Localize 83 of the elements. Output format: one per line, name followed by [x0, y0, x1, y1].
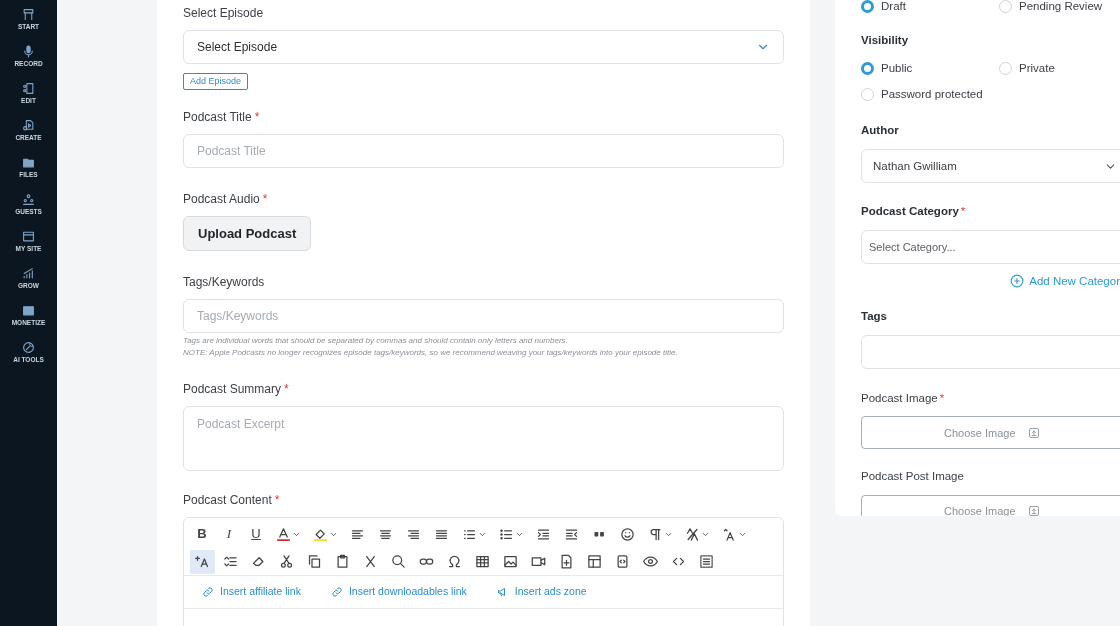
field-label: Podcast Audio	[183, 191, 260, 207]
radio-option[interactable]: Draft	[861, 0, 999, 16]
format-button[interactable]: U	[244, 522, 268, 546]
add-format-icon	[195, 554, 210, 569]
search-icon	[391, 554, 406, 569]
people-icon	[22, 193, 35, 206]
font-case-icon	[721, 526, 737, 542]
radio-option[interactable]: Password protected	[861, 85, 999, 103]
link-icon	[202, 586, 214, 598]
help-text: NOTE: Apple Podcasts no longer recognizes episode tags/keywords, so we recommend weaving your tags/keywords into your episode title.	[183, 347, 679, 359]
scissors-icon	[279, 554, 294, 569]
summary-textarea[interactable]: Podcast Excerpt	[183, 406, 784, 471]
strike-x-icon	[363, 554, 378, 569]
video-icon	[531, 554, 546, 569]
bullet-list-icon	[498, 526, 514, 542]
field-label: Podcast Image	[861, 391, 938, 406]
upload-button[interactable]: Upload Podcast	[183, 216, 312, 251]
required-asterisk: *	[254, 109, 260, 125]
radio-button[interactable]	[861, 0, 874, 14]
file-plus-icon	[559, 554, 574, 569]
text-color-icon	[275, 526, 291, 542]
upload-icon	[1027, 505, 1040, 516]
field-label: Podcast Content	[183, 492, 272, 508]
title-input[interactable]: Podcast Title	[183, 134, 784, 168]
required-asterisk: *	[960, 204, 966, 220]
tags-input[interactable]	[861, 335, 1120, 369]
required-asterisk: *	[939, 391, 945, 406]
required-asterisk: *	[284, 381, 289, 397]
link-icon	[330, 586, 343, 598]
indent-icon	[536, 526, 551, 542]
select-all-icon	[699, 554, 714, 569]
paste-icon	[335, 554, 350, 569]
insert-link[interactable]: Insert downloadables link	[330, 584, 467, 600]
radio-option[interactable]: Pending Review	[999, 0, 1120, 16]
help-text: Tags are individual words that should be separated by commas and should contain only letters and numbers.	[183, 335, 569, 347]
format-button[interactable]: B	[190, 522, 214, 546]
play-document-icon	[22, 119, 35, 132]
browser-window-icon	[22, 230, 35, 243]
sparkle-wand-icon	[22, 341, 35, 354]
episode-select[interactable]: Select Episode	[183, 30, 784, 64]
author-select[interactable]: Nathan Gwilliam	[861, 149, 1120, 184]
required-asterisk: *	[274, 492, 280, 508]
copy-icon	[307, 554, 322, 569]
field-label: Author	[861, 123, 899, 138]
eraser-icon	[251, 554, 266, 569]
flag-icon	[22, 8, 35, 21]
section-label: Visibility	[861, 33, 909, 49]
radio-button[interactable]	[861, 61, 874, 75]
microphone-icon	[22, 45, 35, 58]
film-scissors-icon	[22, 82, 35, 95]
wallet-icon	[22, 304, 35, 317]
tags-input[interactable]: Tags/Keywords	[183, 299, 784, 333]
field-label: Tags	[861, 308, 887, 324]
omega-icon	[447, 554, 462, 569]
field-label: Podcast Post Image	[861, 469, 964, 485]
field-label: Select Episode	[183, 5, 264, 21]
bar-chart-icon	[22, 267, 35, 280]
outdent-icon	[564, 526, 579, 542]
toolbar-button[interactable]	[190, 549, 215, 574]
line-height-icon	[223, 554, 238, 569]
image-icon	[503, 554, 518, 569]
code-file-icon	[615, 554, 630, 569]
required-asterisk: *	[262, 191, 268, 207]
eye-icon	[643, 554, 658, 569]
insert-link[interactable]: Insert affiliate link	[202, 584, 301, 600]
folder-icon	[22, 156, 35, 169]
field-label: Podcast Summary	[183, 381, 282, 397]
highlight-icon	[312, 526, 328, 542]
upload-icon	[1027, 426, 1040, 439]
format-button[interactable]: I	[217, 522, 241, 546]
smiley-icon	[620, 526, 635, 542]
text-size-icon	[684, 526, 700, 542]
insert-link[interactable]: Insert ads zone	[496, 584, 587, 600]
radio-option[interactable]: Private	[999, 59, 1120, 77]
add-episode-button[interactable]: Add Episode	[183, 73, 249, 90]
layout-icon	[587, 554, 602, 569]
plus-circle-icon	[1010, 274, 1025, 289]
field-label: Podcast Category	[861, 204, 959, 220]
table-icon	[475, 554, 490, 569]
field-label: Tags/Keywords	[183, 274, 265, 290]
field-label: Podcast Title	[183, 109, 252, 125]
radio-option[interactable]: Public	[861, 59, 999, 77]
category-select[interactable]: Select Category...	[861, 229, 1120, 264]
